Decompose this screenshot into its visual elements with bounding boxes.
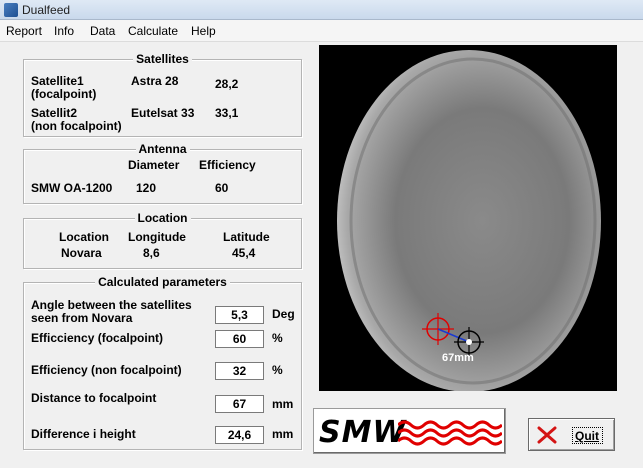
antenna-diameter-value: 120 <box>136 181 157 195</box>
longitude-header: Longitude <box>128 230 186 244</box>
antenna-title: Antenna <box>135 142 190 156</box>
height-label: Difference i height <box>31 427 136 441</box>
angle-value-field[interactable]: 5,3 <box>215 306 264 324</box>
angle-sublabel: seen from Novara <box>31 311 133 325</box>
app-icon <box>4 3 18 17</box>
menu-info[interactable]: Info <box>54 24 74 38</box>
distance-field[interactable]: 67 <box>215 395 264 413</box>
satellite1-sublabel: (focalpoint) <box>31 87 97 101</box>
location-header: Location <box>59 230 109 244</box>
quit-button[interactable]: Quit <box>528 418 615 451</box>
satellite1-position: 28,2 <box>215 77 239 91</box>
calculated-title: Calculated parameters <box>95 275 230 289</box>
distance-unit: mm <box>272 397 294 411</box>
efficiency-nonfocal-label: Efficiency (non focalpoint) <box>31 363 182 377</box>
quit-label: Quit <box>575 429 599 443</box>
latitude-value: 45,4 <box>232 246 256 260</box>
antenna-efficiency-value: 60 <box>215 181 229 195</box>
satellites-title: Satellites <box>133 52 192 66</box>
efficiency-focal-label: Efficciency (focalpoint) <box>31 331 164 345</box>
location-title: Location <box>134 211 191 225</box>
dish-graphic: 67mm <box>337 50 601 391</box>
location-name: Novara <box>61 246 102 260</box>
efficiency-nonfocal-unit: % <box>272 363 283 377</box>
antenna-efficiency-header: Efficiency <box>199 158 256 172</box>
red-x-icon <box>537 426 557 444</box>
window-title: Dualfeed <box>22 3 71 17</box>
logo-waves-icon <box>398 420 502 446</box>
antenna-diameter-header: Diameter <box>128 158 180 172</box>
angle-unit: Deg <box>272 307 295 321</box>
satellite2-name: Eutelsat 33 <box>131 106 195 120</box>
satellites-group: Satellites Satellite1 (focalpoint) Astra… <box>23 52 302 137</box>
efficiency-focal-field[interactable]: 60 <box>215 330 264 348</box>
location-group: Location Location Longitude Latitude Nov… <box>23 211 302 269</box>
antenna-group: Antenna Diameter Efficiency SMW OA-1200 … <box>23 142 302 204</box>
satellite1-name: Astra 28 <box>131 74 179 88</box>
efficiency-focal-unit: % <box>272 331 283 345</box>
satellite2-sublabel: (non focalpoint) <box>31 119 122 133</box>
logo-text: SMW <box>319 415 407 450</box>
menu-report[interactable]: Report <box>6 24 42 38</box>
distance-marker-label: 67mm <box>442 352 474 364</box>
menu-bar: Report Info Data Calculate Help <box>0 20 643 42</box>
window-titlebar: Dualfeed <box>0 0 643 20</box>
calculated-group: Calculated parameters Angle between the … <box>23 275 302 450</box>
menu-calculate[interactable]: Calculate <box>128 24 178 38</box>
efficiency-nonfocal-field[interactable]: 32 <box>215 362 264 380</box>
antenna-model: SMW OA-1200 <box>31 181 113 195</box>
height-unit: mm <box>272 427 294 441</box>
smw-logo: SMW <box>313 408 506 454</box>
longitude-value: 8,6 <box>143 246 160 260</box>
distance-label: Distance to focalpoint <box>31 391 157 405</box>
latitude-header: Latitude <box>223 230 270 244</box>
menu-help[interactable]: Help <box>191 24 216 38</box>
height-field[interactable]: 24,6 <box>215 426 264 444</box>
menu-data[interactable]: Data <box>90 24 115 38</box>
dish-view: 67mm <box>319 45 617 391</box>
satellite2-position: 33,1 <box>215 106 239 120</box>
